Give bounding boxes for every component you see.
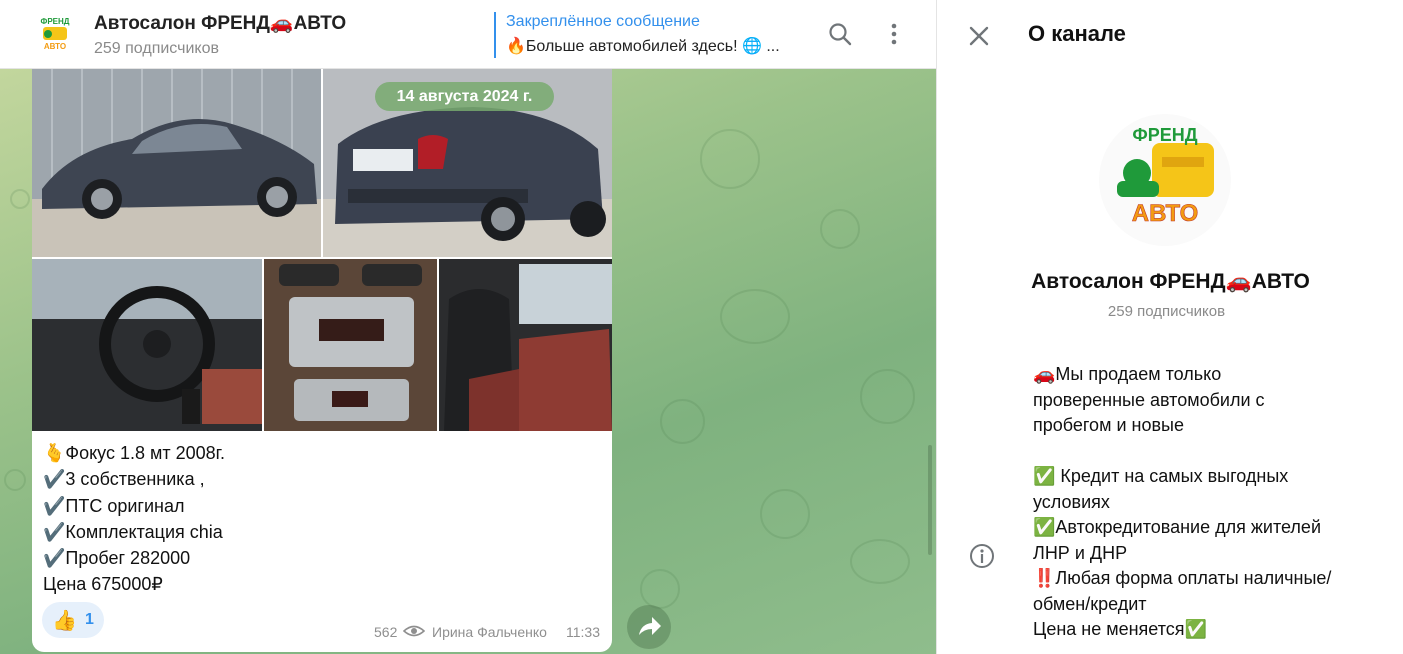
description-line: ✅Автокредитование для жителей xyxy=(1033,517,1321,537)
channel-description: 🚗Мы продаем только проверенные автомобил… xyxy=(1033,362,1393,643)
description-line: ✅ Кредит на самых выгодных xyxy=(1033,466,1289,486)
subscriber-count: 259 подписчиков xyxy=(94,40,219,57)
svg-text:АВТО: АВТО xyxy=(1132,200,1198,227)
description-line: ‼️Любая форма оплаты наличные/ xyxy=(1033,568,1332,588)
post-line: Цена 675000₽ xyxy=(43,574,163,595)
post-line: ✔️Комплектация chia xyxy=(43,521,223,542)
search-icon[interactable] xyxy=(826,20,854,48)
post-line: ✔️ПТС оригинал xyxy=(43,495,185,516)
forward-button[interactable] xyxy=(627,605,671,649)
svg-text:ФРЕНД: ФРЕНД xyxy=(41,17,70,26)
chat-scrollbar[interactable] xyxy=(928,445,932,555)
date-badge: 14 августа 2024 г. xyxy=(375,82,554,111)
description-line: ЛНР и ДНР xyxy=(1033,542,1128,563)
svg-text:ФРЕНД: ФРЕНД xyxy=(1132,125,1197,145)
description-line: Цена не меняется✅ xyxy=(1033,619,1207,639)
chat-header[interactable]: ФРЕНД АВТО Автосалон ФРЕНД🚗АВТО 259 подп… xyxy=(0,0,936,69)
description-line: обмен/кредит xyxy=(1033,593,1147,614)
post-author: Ирина Фальченко xyxy=(432,624,547,640)
post-text: 🫰Фокус 1.8 мт 2008г. ✔️3 собственника , … xyxy=(43,440,603,598)
description-line: 🚗Мы продаем только xyxy=(1033,364,1222,384)
post-line: ✔️3 собственника , xyxy=(43,469,205,490)
forward-arrow-icon xyxy=(639,617,661,635)
eye-icon xyxy=(402,624,426,641)
view-count: 562 xyxy=(374,624,398,640)
info-icon xyxy=(968,542,996,570)
pinned-title: Закреплённое сообщение xyxy=(506,13,700,30)
panel-subscriber-count: 259 подписчиков xyxy=(1107,303,1226,320)
photo-rear-seats[interactable] xyxy=(439,259,612,431)
chat-column: ФРЕНД АВТО Автосалон ФРЕНД🚗АВТО 259 подп… xyxy=(0,0,936,654)
panel-channel-name: Автосалон ФРЕНД🚗АВТО xyxy=(1031,270,1310,293)
description-line: проверенные автомобили с xyxy=(1033,389,1265,410)
description-line: условиях xyxy=(1033,491,1110,512)
post-time: 11:33 xyxy=(566,624,600,640)
photo-car-side[interactable] xyxy=(32,69,321,257)
channel-logo[interactable]: ФРЕНД АВТО xyxy=(1092,113,1238,247)
pinned-message[interactable]: Закреплённое сообщение 🔥Больше автомобил… xyxy=(494,12,814,58)
channel-title[interactable]: Автосалон ФРЕНД🚗АВТО xyxy=(94,11,346,35)
reaction-chip[interactable]: 👍 1 xyxy=(42,602,104,638)
panel-title: О канале xyxy=(1028,21,1126,46)
description-line xyxy=(1033,439,1393,465)
photo-steering-wheel[interactable] xyxy=(32,259,262,431)
svg-text:АВТО: АВТО xyxy=(44,42,66,51)
post-line: 🫰Фокус 1.8 мт 2008г. xyxy=(43,443,226,463)
pinned-text: 🔥Больше автомобилей здесь! 🌐 ... xyxy=(506,38,780,55)
channel-avatar[interactable]: ФРЕНД АВТО xyxy=(34,12,76,54)
photo-center-console[interactable] xyxy=(264,259,437,431)
post-line: ✔️Пробег 282000 xyxy=(43,548,191,569)
reaction-count: 1 xyxy=(85,611,94,628)
channel-info-panel: О канале ФРЕНД АВТО Автосалон ФРЕНД🚗АВТО… xyxy=(936,0,1403,654)
thumbs-up-icon: 👍 xyxy=(52,610,77,632)
more-vertical-icon[interactable] xyxy=(880,20,908,48)
description-line: пробегом и новые xyxy=(1033,415,1184,435)
close-icon[interactable] xyxy=(965,22,993,50)
